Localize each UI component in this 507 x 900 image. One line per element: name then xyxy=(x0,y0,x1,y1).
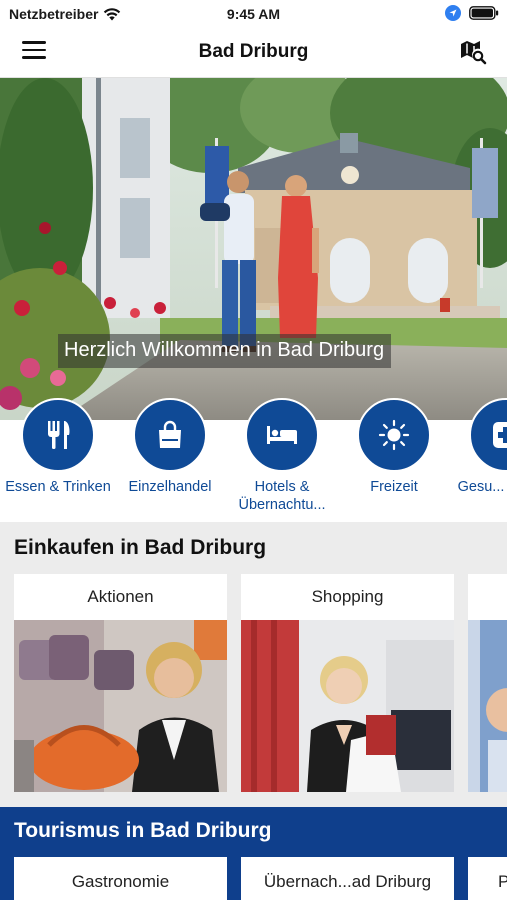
shopping-bag-icon xyxy=(159,420,181,448)
category-icon-circle xyxy=(133,398,207,472)
card-aktionen[interactable]: Aktionen xyxy=(14,574,227,792)
category-label: Hotels & Übernachtu... xyxy=(238,479,326,513)
category-icon-circle xyxy=(469,398,507,472)
category-icon-circle xyxy=(245,398,319,472)
card-shopping[interactable]: Shopping xyxy=(241,574,454,792)
card-image-partial xyxy=(468,620,507,792)
category-hotels[interactable]: Hotels & Übernachtu... xyxy=(226,398,338,514)
category-label: Essen & Trinken xyxy=(5,479,111,495)
category-einzelhandel[interactable]: Einzelhandel xyxy=(114,398,226,496)
card-gastronomie[interactable]: Gastronomie xyxy=(14,857,227,900)
map-search-icon[interactable] xyxy=(459,38,487,66)
card-title: Shopping xyxy=(311,587,384,606)
category-essen-trinken[interactable]: Essen & Trinken xyxy=(2,398,114,496)
category-label: Einzelhandel xyxy=(128,479,212,495)
category-row: Essen & Trinken Einzelhandel Hotels & Üb… xyxy=(0,398,507,522)
card-image-aktionen xyxy=(14,620,227,792)
category-icon-circle xyxy=(357,398,431,472)
bed-icon xyxy=(267,426,297,444)
status-time: 9:45 AM xyxy=(226,6,281,22)
status-bar: Netzbetreiber 9:45 AM xyxy=(0,0,507,28)
status-right xyxy=(445,5,499,21)
nav-bar: Bad Driburg xyxy=(0,28,507,78)
section-title: Tourismus in Bad Driburg xyxy=(14,819,272,842)
category-gesundheit[interactable]: Gesu... & Me... xyxy=(450,398,507,496)
location-arrow-icon xyxy=(445,5,461,21)
card-partial[interactable] xyxy=(468,574,507,792)
medical-cross-icon xyxy=(493,422,507,448)
hero-caption: Herzlich Willkommen in Bad Driburg xyxy=(58,334,392,368)
shopping-section: Einkaufen in Bad Driburg Aktionen Shoppi xyxy=(0,522,507,807)
card-title: Aktionen xyxy=(87,587,154,606)
fork-knife-icon xyxy=(48,421,70,449)
category-freizeit[interactable]: Freizeit xyxy=(338,398,450,496)
hero-banner[interactable]: Herzlich Willkommen in Bad Driburg xyxy=(0,78,507,420)
card-image-shopping xyxy=(241,620,454,792)
tourism-section: Tourismus in Bad Driburg Gastronomie Übe… xyxy=(0,807,507,900)
category-icon-circle xyxy=(21,398,95,472)
category-label: Freizeit xyxy=(370,479,418,495)
card-partial-tourism[interactable]: P xyxy=(468,857,507,900)
category-label: Gesu... & Me... xyxy=(457,479,507,495)
card-uebernachtung[interactable]: Übernach...ad Driburg xyxy=(241,857,454,900)
page-title: Bad Driburg xyxy=(198,41,309,62)
battery-icon xyxy=(469,6,499,20)
hero-photo xyxy=(0,78,507,420)
section-title: Einkaufen in Bad Driburg xyxy=(14,536,267,559)
sun-icon xyxy=(378,419,410,451)
